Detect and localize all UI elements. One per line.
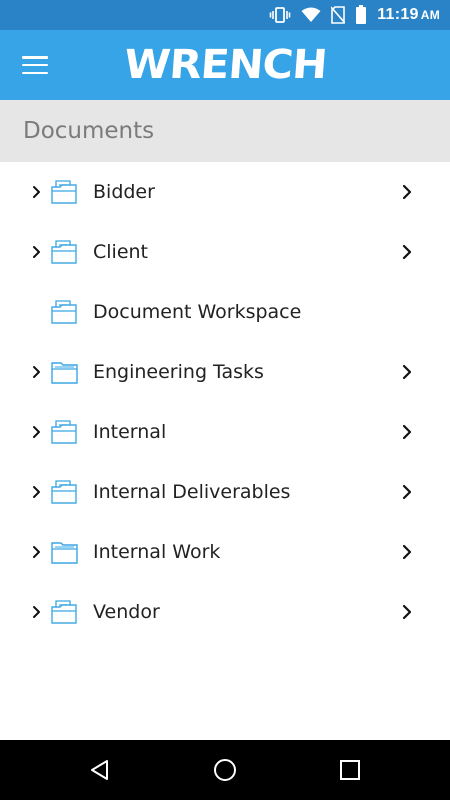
- wrench-logo: WRENCH: [122, 42, 328, 88]
- chevron-right-icon[interactable]: [400, 183, 414, 201]
- open-folder-icon: [50, 537, 80, 567]
- document-folder-label: Document Workspace: [93, 301, 302, 323]
- document-folder-label: Internal Work: [93, 541, 221, 563]
- expand-arrow-icon[interactable]: [30, 183, 44, 201]
- document-folder-label: Internal Deliverables: [93, 481, 291, 503]
- expand-arrow-icon[interactable]: [30, 603, 44, 621]
- battery-icon: [355, 5, 367, 25]
- document-folder-row[interactable]: Internal: [0, 402, 450, 462]
- status-bar: 11:19 AM: [0, 0, 450, 30]
- vibrate-icon: [269, 6, 291, 24]
- document-folder-icon: [50, 237, 80, 267]
- chevron-right-icon[interactable]: [400, 543, 414, 561]
- chevron-right-icon[interactable]: [400, 423, 414, 441]
- document-folder-icon: [50, 597, 80, 627]
- document-folder-label: Bidder: [93, 181, 155, 203]
- document-folder-icon: [50, 477, 80, 507]
- document-folder-label: Vendor: [93, 601, 160, 623]
- section-header: Documents: [0, 100, 450, 162]
- document-folder-label: Engineering Tasks: [93, 361, 264, 383]
- chevron-right-icon[interactable]: [400, 603, 414, 621]
- chevron-right-icon[interactable]: [400, 243, 414, 261]
- document-folder-icon: [50, 297, 80, 327]
- document-list: Bidder Client Document Workspace Enginee…: [0, 162, 450, 642]
- document-folder-row[interactable]: Internal Work: [0, 522, 450, 582]
- chevron-right-icon[interactable]: [400, 363, 414, 381]
- document-folder-row[interactable]: Vendor: [0, 582, 450, 642]
- document-folder-row[interactable]: Bidder: [0, 162, 450, 222]
- expand-arrow-icon[interactable]: [30, 483, 44, 501]
- no-sim-icon: [331, 6, 346, 24]
- document-folder-row[interactable]: Engineering Tasks: [0, 342, 450, 402]
- chevron-right-icon[interactable]: [400, 483, 414, 501]
- back-icon[interactable]: [85, 755, 115, 785]
- status-clock: 11:19 AM: [377, 6, 440, 23]
- open-folder-icon: [50, 357, 80, 387]
- document-folder-row[interactable]: Internal Deliverables: [0, 462, 450, 522]
- document-folder-row[interactable]: Client: [0, 222, 450, 282]
- expand-arrow-icon[interactable]: [30, 243, 44, 261]
- hamburger-menu-icon[interactable]: [22, 54, 48, 76]
- document-folder-label: Internal: [93, 421, 167, 443]
- document-folder-label: Client: [93, 241, 149, 263]
- document-folder-icon: [50, 177, 80, 207]
- document-folder-icon: [50, 417, 80, 447]
- expand-arrow-icon[interactable]: [30, 423, 44, 441]
- document-folder-row[interactable]: Document Workspace: [0, 282, 450, 342]
- system-nav-bar: [0, 740, 450, 800]
- home-icon[interactable]: [210, 755, 240, 785]
- page-title: Documents: [23, 118, 155, 144]
- expand-arrow-icon[interactable]: [30, 543, 44, 561]
- wifi-icon: [301, 7, 321, 23]
- app-bar: WRENCH: [0, 30, 450, 100]
- expand-arrow-icon[interactable]: [30, 363, 44, 381]
- recents-icon[interactable]: [335, 755, 365, 785]
